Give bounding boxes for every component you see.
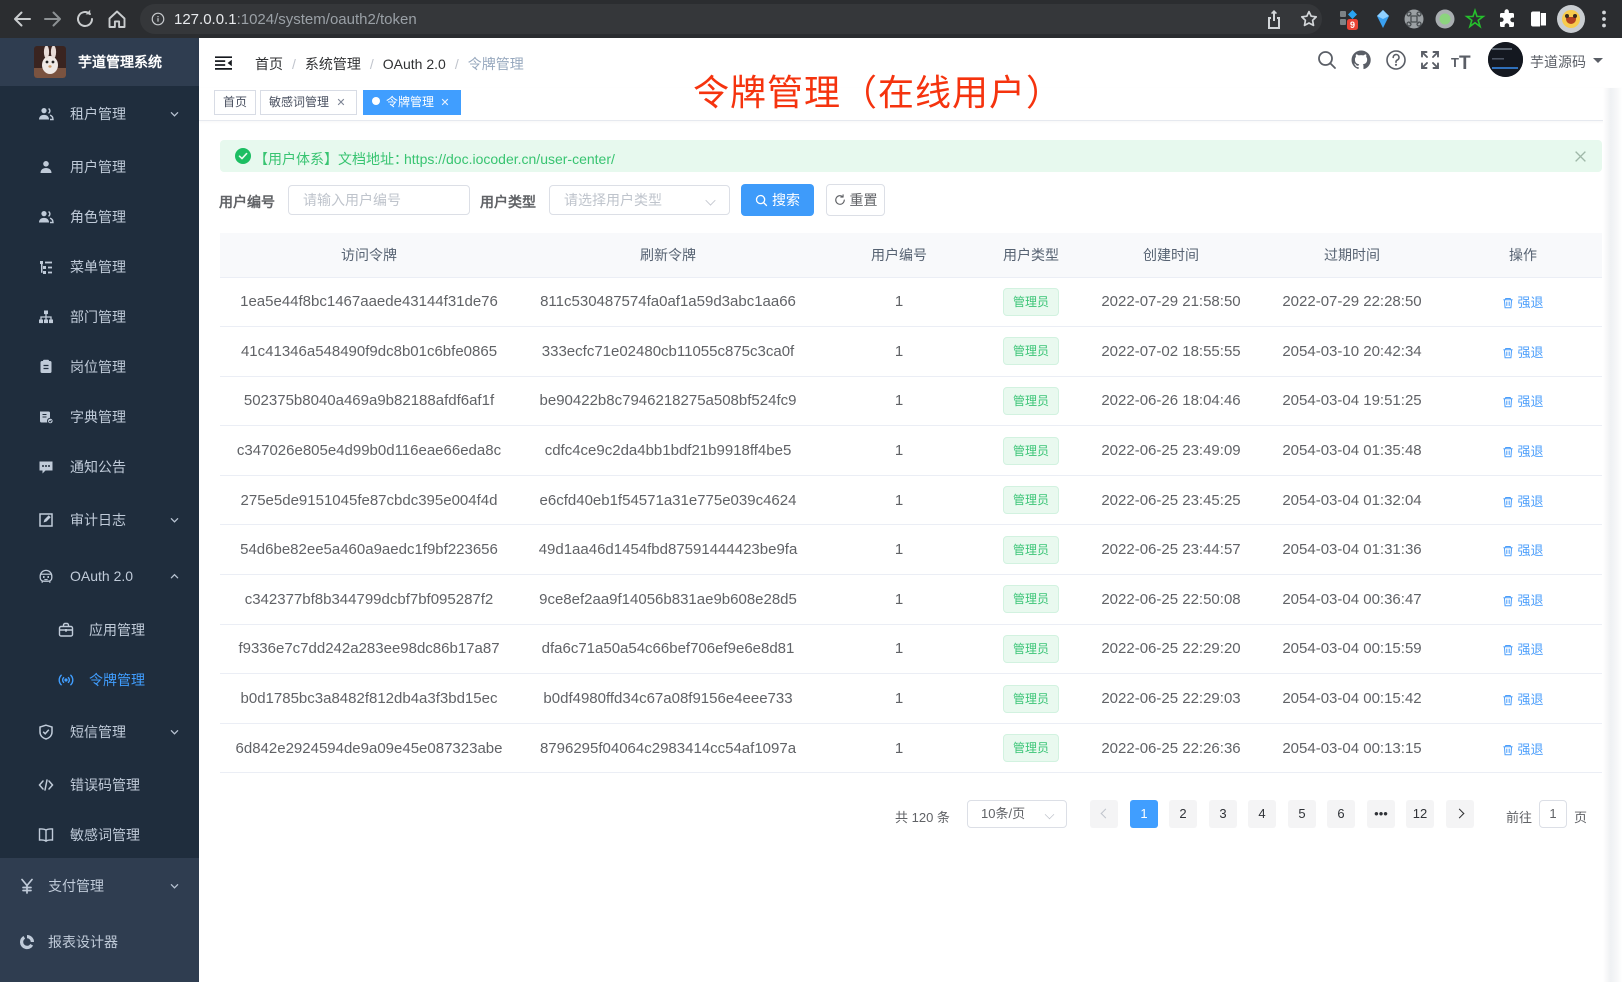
svg-text:T: T (1451, 55, 1459, 70)
svg-text:9: 9 (1350, 20, 1355, 30)
svg-text:T: T (1459, 53, 1471, 73)
